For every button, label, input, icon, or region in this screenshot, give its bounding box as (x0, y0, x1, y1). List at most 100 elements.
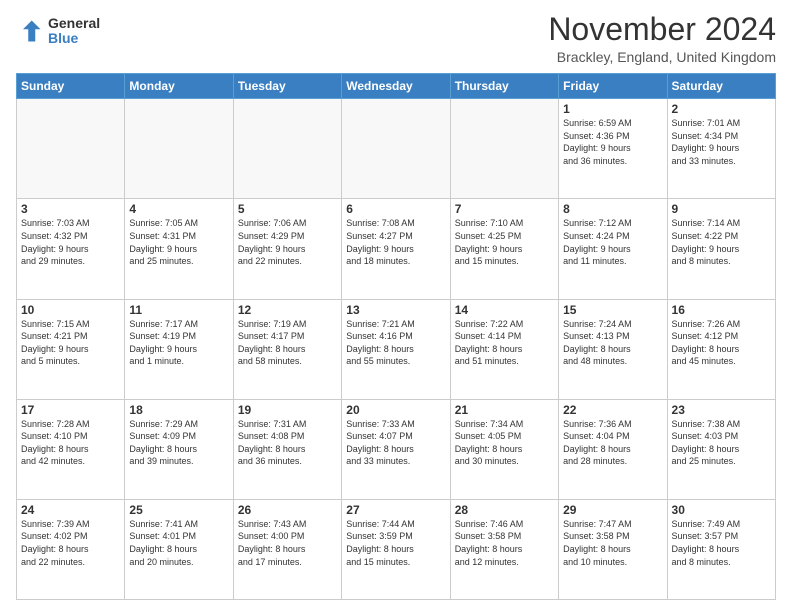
col-sunday: Sunday (17, 74, 125, 99)
day-number: 10 (21, 303, 120, 317)
day-number: 6 (346, 202, 445, 216)
calendar-week-row: 17Sunrise: 7:28 AM Sunset: 4:10 PM Dayli… (17, 399, 776, 499)
table-row: 3Sunrise: 7:03 AM Sunset: 4:32 PM Daylig… (17, 199, 125, 299)
table-row: 2Sunrise: 7:01 AM Sunset: 4:34 PM Daylig… (667, 99, 775, 199)
day-number: 18 (129, 403, 228, 417)
table-row: 26Sunrise: 7:43 AM Sunset: 4:00 PM Dayli… (233, 499, 341, 599)
day-info: Sunrise: 7:29 AM Sunset: 4:09 PM Dayligh… (129, 418, 228, 468)
table-row: 8Sunrise: 7:12 AM Sunset: 4:24 PM Daylig… (559, 199, 667, 299)
day-info: Sunrise: 7:19 AM Sunset: 4:17 PM Dayligh… (238, 318, 337, 368)
table-row: 21Sunrise: 7:34 AM Sunset: 4:05 PM Dayli… (450, 399, 558, 499)
day-number: 2 (672, 102, 771, 116)
table-row: 19Sunrise: 7:31 AM Sunset: 4:08 PM Dayli… (233, 399, 341, 499)
day-info: Sunrise: 7:01 AM Sunset: 4:34 PM Dayligh… (672, 117, 771, 167)
day-number: 4 (129, 202, 228, 216)
day-number: 11 (129, 303, 228, 317)
day-number: 29 (563, 503, 662, 517)
col-monday: Monday (125, 74, 233, 99)
day-info: Sunrise: 7:36 AM Sunset: 4:04 PM Dayligh… (563, 418, 662, 468)
table-row: 1Sunrise: 6:59 AM Sunset: 4:36 PM Daylig… (559, 99, 667, 199)
day-number: 8 (563, 202, 662, 216)
day-info: Sunrise: 7:31 AM Sunset: 4:08 PM Dayligh… (238, 418, 337, 468)
day-number: 12 (238, 303, 337, 317)
table-row (342, 99, 450, 199)
day-info: Sunrise: 7:14 AM Sunset: 4:22 PM Dayligh… (672, 217, 771, 267)
day-number: 15 (563, 303, 662, 317)
table-row: 12Sunrise: 7:19 AM Sunset: 4:17 PM Dayli… (233, 299, 341, 399)
table-row: 27Sunrise: 7:44 AM Sunset: 3:59 PM Dayli… (342, 499, 450, 599)
page: General Blue November 2024 Brackley, Eng… (0, 0, 792, 612)
day-info: Sunrise: 7:26 AM Sunset: 4:12 PM Dayligh… (672, 318, 771, 368)
table-row: 4Sunrise: 7:05 AM Sunset: 4:31 PM Daylig… (125, 199, 233, 299)
table-row: 25Sunrise: 7:41 AM Sunset: 4:01 PM Dayli… (125, 499, 233, 599)
day-info: Sunrise: 7:47 AM Sunset: 3:58 PM Dayligh… (563, 518, 662, 568)
location: Brackley, England, United Kingdom (548, 49, 776, 65)
table-row: 7Sunrise: 7:10 AM Sunset: 4:25 PM Daylig… (450, 199, 558, 299)
day-info: Sunrise: 7:39 AM Sunset: 4:02 PM Dayligh… (21, 518, 120, 568)
day-number: 21 (455, 403, 554, 417)
day-number: 7 (455, 202, 554, 216)
day-info: Sunrise: 7:24 AM Sunset: 4:13 PM Dayligh… (563, 318, 662, 368)
col-tuesday: Tuesday (233, 74, 341, 99)
day-info: Sunrise: 7:05 AM Sunset: 4:31 PM Dayligh… (129, 217, 228, 267)
table-row: 16Sunrise: 7:26 AM Sunset: 4:12 PM Dayli… (667, 299, 775, 399)
table-row: 10Sunrise: 7:15 AM Sunset: 4:21 PM Dayli… (17, 299, 125, 399)
col-thursday: Thursday (450, 74, 558, 99)
table-row (125, 99, 233, 199)
table-row: 14Sunrise: 7:22 AM Sunset: 4:14 PM Dayli… (450, 299, 558, 399)
table-row: 6Sunrise: 7:08 AM Sunset: 4:27 PM Daylig… (342, 199, 450, 299)
day-info: Sunrise: 7:46 AM Sunset: 3:58 PM Dayligh… (455, 518, 554, 568)
table-row: 28Sunrise: 7:46 AM Sunset: 3:58 PM Dayli… (450, 499, 558, 599)
calendar-week-row: 10Sunrise: 7:15 AM Sunset: 4:21 PM Dayli… (17, 299, 776, 399)
calendar-week-row: 24Sunrise: 7:39 AM Sunset: 4:02 PM Dayli… (17, 499, 776, 599)
col-friday: Friday (559, 74, 667, 99)
day-number: 17 (21, 403, 120, 417)
calendar-week-row: 1Sunrise: 6:59 AM Sunset: 4:36 PM Daylig… (17, 99, 776, 199)
day-number: 14 (455, 303, 554, 317)
table-row: 15Sunrise: 7:24 AM Sunset: 4:13 PM Dayli… (559, 299, 667, 399)
table-row: 30Sunrise: 7:49 AM Sunset: 3:57 PM Dayli… (667, 499, 775, 599)
day-number: 27 (346, 503, 445, 517)
day-number: 25 (129, 503, 228, 517)
day-info: Sunrise: 7:15 AM Sunset: 4:21 PM Dayligh… (21, 318, 120, 368)
day-number: 28 (455, 503, 554, 517)
logo-icon (16, 17, 44, 45)
table-row: 20Sunrise: 7:33 AM Sunset: 4:07 PM Dayli… (342, 399, 450, 499)
day-info: Sunrise: 7:49 AM Sunset: 3:57 PM Dayligh… (672, 518, 771, 568)
day-number: 26 (238, 503, 337, 517)
table-row: 13Sunrise: 7:21 AM Sunset: 4:16 PM Dayli… (342, 299, 450, 399)
logo: General Blue (16, 16, 100, 47)
day-info: Sunrise: 7:22 AM Sunset: 4:14 PM Dayligh… (455, 318, 554, 368)
day-number: 3 (21, 202, 120, 216)
table-row: 5Sunrise: 7:06 AM Sunset: 4:29 PM Daylig… (233, 199, 341, 299)
day-number: 16 (672, 303, 771, 317)
table-row: 11Sunrise: 7:17 AM Sunset: 4:19 PM Dayli… (125, 299, 233, 399)
calendar-header: Sunday Monday Tuesday Wednesday Thursday… (17, 74, 776, 99)
day-info: Sunrise: 7:38 AM Sunset: 4:03 PM Dayligh… (672, 418, 771, 468)
day-number: 30 (672, 503, 771, 517)
table-row (17, 99, 125, 199)
table-row: 18Sunrise: 7:29 AM Sunset: 4:09 PM Dayli… (125, 399, 233, 499)
day-number: 9 (672, 202, 771, 216)
day-number: 19 (238, 403, 337, 417)
title-block: November 2024 Brackley, England, United … (548, 12, 776, 65)
day-info: Sunrise: 7:34 AM Sunset: 4:05 PM Dayligh… (455, 418, 554, 468)
table-row: 23Sunrise: 7:38 AM Sunset: 4:03 PM Dayli… (667, 399, 775, 499)
day-info: Sunrise: 7:41 AM Sunset: 4:01 PM Dayligh… (129, 518, 228, 568)
day-info: Sunrise: 7:21 AM Sunset: 4:16 PM Dayligh… (346, 318, 445, 368)
day-info: Sunrise: 7:08 AM Sunset: 4:27 PM Dayligh… (346, 217, 445, 267)
table-row: 9Sunrise: 7:14 AM Sunset: 4:22 PM Daylig… (667, 199, 775, 299)
col-saturday: Saturday (667, 74, 775, 99)
day-number: 1 (563, 102, 662, 116)
calendar: Sunday Monday Tuesday Wednesday Thursday… (16, 73, 776, 600)
calendar-week-row: 3Sunrise: 7:03 AM Sunset: 4:32 PM Daylig… (17, 199, 776, 299)
day-info: Sunrise: 7:17 AM Sunset: 4:19 PM Dayligh… (129, 318, 228, 368)
day-info: Sunrise: 7:28 AM Sunset: 4:10 PM Dayligh… (21, 418, 120, 468)
day-info: Sunrise: 7:44 AM Sunset: 3:59 PM Dayligh… (346, 518, 445, 568)
table-row: 17Sunrise: 7:28 AM Sunset: 4:10 PM Dayli… (17, 399, 125, 499)
day-number: 13 (346, 303, 445, 317)
day-info: Sunrise: 7:06 AM Sunset: 4:29 PM Dayligh… (238, 217, 337, 267)
day-number: 24 (21, 503, 120, 517)
header-row: Sunday Monday Tuesday Wednesday Thursday… (17, 74, 776, 99)
day-info: Sunrise: 7:03 AM Sunset: 4:32 PM Dayligh… (21, 217, 120, 267)
